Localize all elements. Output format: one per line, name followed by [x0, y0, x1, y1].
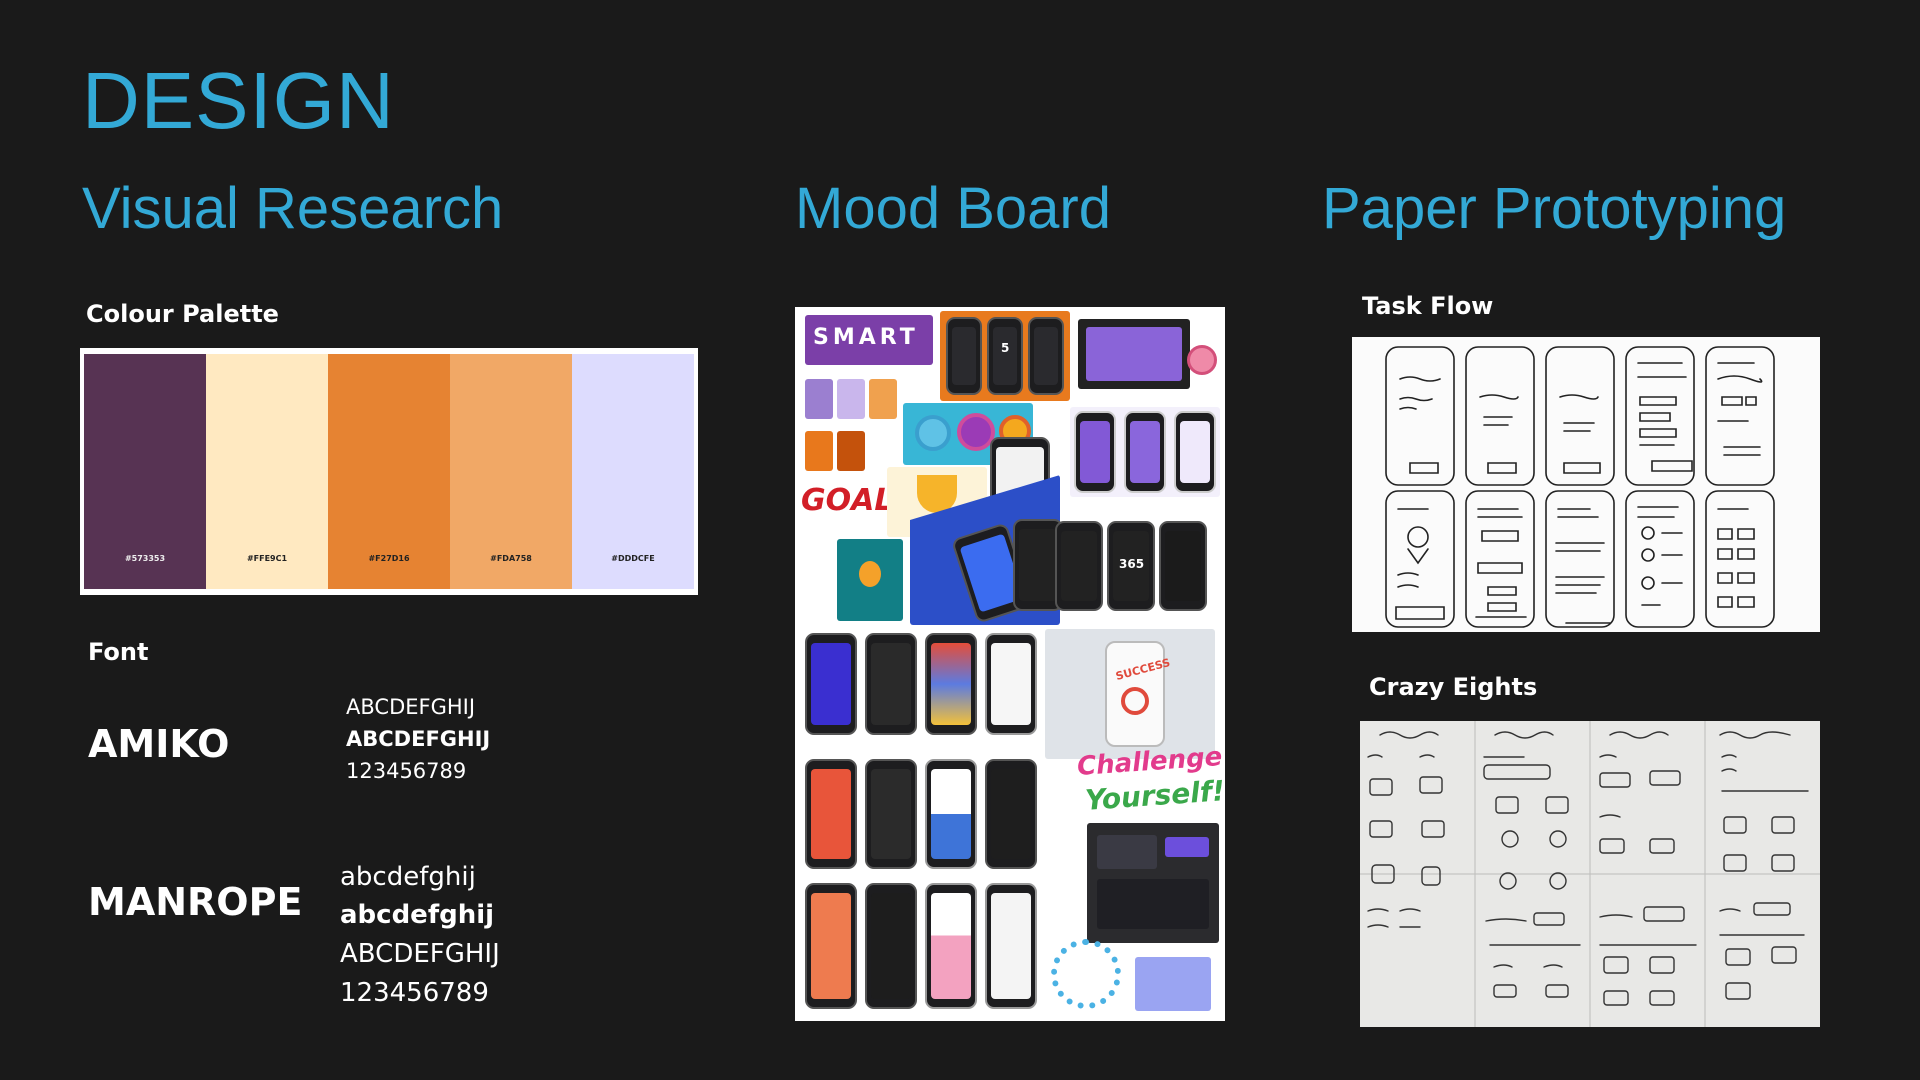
phone-mockup: [805, 633, 857, 735]
smart-banner: SMART: [805, 315, 933, 365]
manrope-sample-uppercase: ABCDEFGHIJ: [340, 939, 500, 969]
amiko-sample-bold: ABCDEFGHIJ: [346, 727, 491, 751]
crazy-eights-drawing: [1360, 721, 1820, 1027]
phone-mockup: [865, 633, 917, 735]
phone-mockup: [1174, 411, 1216, 493]
phone-mockup: [985, 883, 1037, 1009]
achievements-panel: [1070, 407, 1220, 497]
laptop-screen: [1086, 327, 1182, 381]
flame-icon: [859, 561, 881, 587]
dashboard-card: [1165, 837, 1209, 857]
phone-mockup: [865, 759, 917, 869]
phone-mockup: [1055, 521, 1103, 611]
swatch-label: #DDDCFE: [611, 554, 655, 563]
dashboard-card: [1097, 879, 1209, 929]
phone-mockup: [805, 759, 857, 869]
phone-mockup: 365: [1107, 521, 1155, 611]
swatch-fda758: #FDA758: [450, 354, 572, 589]
dashboard-card: [1097, 835, 1157, 869]
phone-mockup: [1028, 317, 1064, 395]
swatch-label: #F27D16: [368, 554, 410, 563]
colour-palette-label: Colour Palette: [86, 300, 279, 328]
manrope-font-name: MANROPE: [88, 880, 303, 924]
mood-swatch: [805, 379, 833, 419]
phone-mockup: [925, 633, 977, 735]
phone-mockup: [805, 883, 857, 1009]
task-flow-label: Task Flow: [1362, 292, 1494, 320]
yourself-text: Yourself!: [1084, 774, 1225, 817]
swatch-label: #573353: [124, 554, 166, 563]
medal-icon: [1187, 345, 1217, 375]
phone-mockup: 5: [987, 317, 1023, 395]
mood-board-heading: Mood Board: [795, 176, 1111, 241]
swatch-label: #FDA758: [490, 554, 532, 563]
phone-mockup: [1074, 411, 1116, 493]
phone-mockup: [865, 883, 917, 1009]
badge-icon: [915, 415, 951, 451]
mood-board-collage: SMART 5 GOAL 365 SUCCESS Challenge Yours…: [795, 307, 1225, 1021]
phone-mockup: [925, 759, 977, 869]
trophy-icon: [917, 475, 957, 513]
mood-swatch: [837, 431, 865, 471]
visual-research-heading: Visual Research: [82, 176, 504, 241]
streak-panel: 5: [940, 311, 1070, 401]
mood-swatch: [837, 379, 865, 419]
challenge-circle-diagram: [1051, 939, 1121, 1009]
phone-mockup: [985, 759, 1037, 869]
paper-prototyping-heading: Paper Prototyping: [1322, 176, 1787, 241]
colour-palette: #573353 #FFE9C1 #F27D16 #FDA758 #DDDCFE: [80, 348, 698, 595]
amiko-sample-regular: ABCDEFGHIJ: [346, 695, 476, 719]
illustration: [1135, 957, 1211, 1011]
laptop-mockup: [1078, 319, 1190, 389]
manrope-sample-bold: abcdefghij: [340, 900, 495, 930]
streak-number: 5: [1001, 341, 1010, 355]
page-title: DESIGN: [82, 56, 395, 145]
success-photo: SUCCESS: [1045, 629, 1215, 759]
task-flow-sketch: [1352, 337, 1820, 632]
amiko-sample-numbers: 123456789: [346, 759, 467, 783]
manrope-sample-numbers: 123456789: [340, 978, 489, 1008]
swatch-dddcfe: #DDDCFE: [572, 354, 694, 589]
teal-card: [837, 539, 903, 621]
dark-dashboard: [1087, 823, 1219, 943]
crazy-eights-sketch: [1360, 721, 1820, 1027]
font-label: Font: [88, 638, 149, 666]
mood-swatch: [805, 431, 833, 471]
phone-mockup: [985, 633, 1037, 735]
swatch-ffe9c1: #FFE9C1: [206, 354, 328, 589]
manrope-sample-lowercase: abcdefghij: [340, 862, 476, 892]
task-flow-drawing: [1385, 346, 1775, 628]
amiko-font-name: AMIKO: [88, 722, 230, 766]
swatch-573353: #573353: [84, 354, 206, 589]
crazy-eights-label: Crazy Eights: [1369, 673, 1538, 701]
target-icon: [1121, 687, 1149, 715]
swatch-f27d16: #F27D16: [328, 354, 450, 589]
goal-text: GOAL: [801, 483, 894, 518]
swatch-label: #FFE9C1: [246, 554, 288, 563]
phone-mockup: [1159, 521, 1207, 611]
phone-mockup: [925, 883, 977, 1009]
phone-mockup: [946, 317, 982, 395]
smart-text: SMART: [813, 325, 919, 350]
mood-swatch: [869, 379, 897, 419]
streak-365: 365: [1119, 557, 1145, 571]
phone-mockup: [1124, 411, 1166, 493]
